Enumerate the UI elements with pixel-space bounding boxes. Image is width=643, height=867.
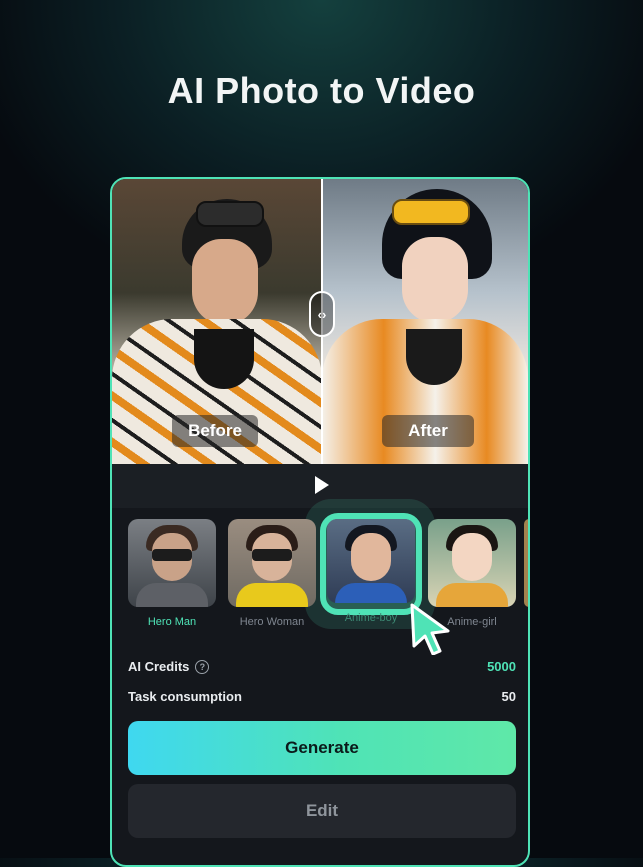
pointer-cursor-icon: [410, 603, 450, 655]
style-thumb-hero-woman: [228, 519, 316, 607]
style-label: Anime-boy: [344, 612, 398, 624]
style-item-partial[interactable]: [524, 519, 528, 607]
phone-card: ‹› Before After Hero Man Hero Woman Anim…: [110, 177, 530, 867]
style-label: Hero Woman: [239, 616, 305, 628]
credits-row: AI Credits ? 5000: [128, 659, 516, 674]
after-label: After: [382, 415, 474, 447]
style-label: Hero Man: [147, 616, 197, 628]
play-icon[interactable]: [315, 476, 329, 494]
before-after-compare[interactable]: ‹› Before After: [112, 179, 528, 464]
task-row: Task consumption 50: [128, 689, 516, 704]
task-label: Task consumption: [128, 689, 242, 704]
style-thumb-anime-girl: [428, 519, 516, 607]
style-item-anime-boy[interactable]: Anime-boy: [327, 519, 415, 624]
style-item-hero-woman[interactable]: Hero Woman: [228, 519, 316, 628]
edit-button[interactable]: Edit: [128, 784, 516, 838]
style-carousel[interactable]: Hero Man Hero Woman Anime-boy Anime-girl: [112, 499, 528, 655]
generate-button[interactable]: Generate: [128, 721, 516, 775]
compare-handle-icon[interactable]: ‹›: [309, 291, 335, 337]
before-label: Before: [172, 415, 258, 447]
info-icon[interactable]: ?: [195, 659, 210, 674]
task-value: 50: [501, 689, 516, 704]
credits-label: AI Credits: [128, 659, 190, 674]
style-item-hero-man[interactable]: Hero Man: [128, 519, 216, 628]
credits-value: 5000: [487, 659, 516, 674]
headline: AI Photo to Video: [167, 70, 476, 111]
style-thumb-partial: [524, 519, 528, 607]
style-thumb-hero-man: [128, 519, 216, 607]
style-thumb-anime-boy: [327, 519, 415, 603]
